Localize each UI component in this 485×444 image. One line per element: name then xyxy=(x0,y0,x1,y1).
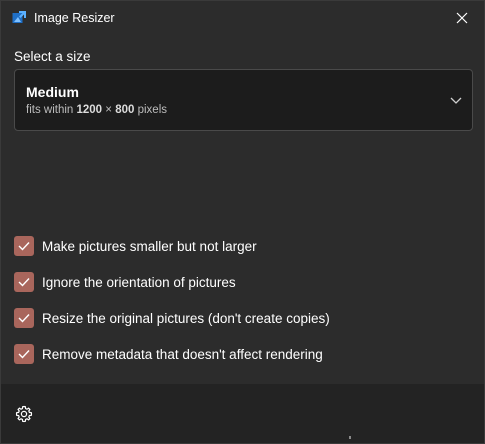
remove-metadata-checkbox[interactable] xyxy=(14,344,34,364)
size-desc-prefix: fits within xyxy=(26,104,74,116)
remove-metadata-label: Remove metadata that doesn't affect rend… xyxy=(42,347,323,362)
checkmark-icon xyxy=(18,314,30,323)
footer-divider-mark xyxy=(349,436,351,439)
window-title: Image Resizer xyxy=(34,11,115,25)
shrink-only-checkbox[interactable] xyxy=(14,236,34,256)
ignore-orientation-checkbox[interactable] xyxy=(14,272,34,292)
size-section-label: Select a size xyxy=(14,49,91,64)
size-height: 800 xyxy=(115,104,135,116)
gear-icon xyxy=(15,405,33,423)
image-resizer-window: Image Resizer Select a size Medium fits … xyxy=(0,0,485,444)
close-icon xyxy=(456,12,468,24)
options-list: Make pictures smaller but not larger Ign… xyxy=(14,235,474,379)
chevron-down-icon xyxy=(450,97,462,104)
size-times-sign: × xyxy=(105,104,113,116)
option-resize-original[interactable]: Resize the original pictures (don't crea… xyxy=(14,307,474,331)
settings-button[interactable] xyxy=(13,403,35,425)
resize-original-label: Resize the original pictures (don't crea… xyxy=(42,311,330,326)
close-button[interactable] xyxy=(447,3,477,33)
selected-size-description: fits within 1200 × 800 pixels xyxy=(26,103,167,118)
footer-bar xyxy=(1,384,484,443)
shrink-only-label: Make pictures smaller but not larger xyxy=(42,239,257,254)
checkmark-icon xyxy=(18,242,30,251)
resize-original-checkbox[interactable] xyxy=(14,308,34,328)
size-dropdown[interactable]: Medium fits within 1200 × 800 pixels xyxy=(14,69,473,131)
size-unit: pixels xyxy=(137,104,168,116)
option-remove-metadata[interactable]: Remove metadata that doesn't affect rend… xyxy=(14,343,474,367)
checkmark-icon xyxy=(18,350,30,359)
size-width: 1200 xyxy=(76,104,103,116)
ignore-orientation-label: Ignore the orientation of pictures xyxy=(42,275,236,290)
selected-size-name: Medium xyxy=(26,84,79,100)
checkmark-icon xyxy=(18,278,30,287)
image-resizer-app-icon xyxy=(12,11,26,23)
option-shrink-only[interactable]: Make pictures smaller but not larger xyxy=(14,235,474,259)
option-ignore-orientation[interactable]: Ignore the orientation of pictures xyxy=(14,271,474,295)
title-bar: Image Resizer xyxy=(1,1,484,35)
